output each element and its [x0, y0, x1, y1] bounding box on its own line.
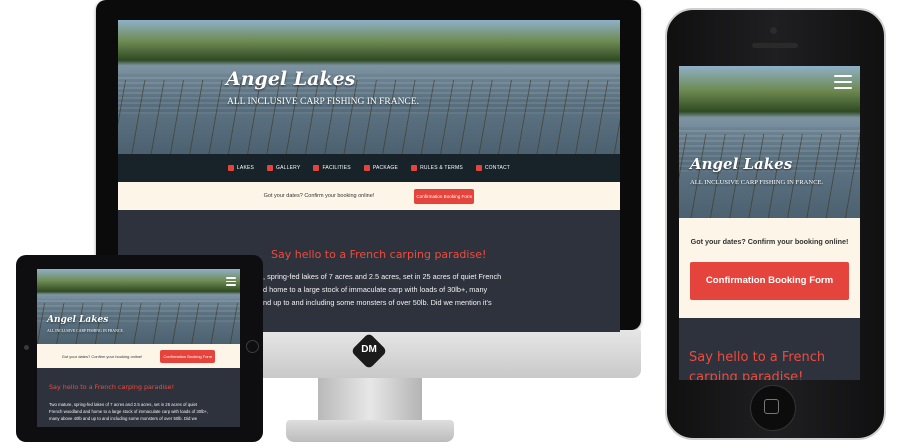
- site-tagline: ALL INCLUSIVE CARP FISHING IN FRANCE.: [227, 97, 419, 107]
- phone-booking-button[interactable]: Confirmation Booking Form: [690, 261, 849, 300]
- phone-booking-prompt: Got your dates? Confirm your booking onl…: [690, 236, 849, 246]
- monitor-stand-neck: [318, 378, 422, 424]
- phone-screen: Angel Lakes ALL INCLUSIVE CARP FISHING I…: [679, 66, 860, 380]
- tablet-camera: [24, 345, 29, 350]
- tablet-booking-prompt: Got your dates? Confirm your booking onl…: [61, 353, 143, 359]
- tablet-booking-button[interactable]: Confirmation Booking Form: [160, 349, 216, 363]
- tablet-brand[interactable]: Angel Lakes: [47, 315, 108, 325]
- phone-tagline: ALL INCLUSIVE CARP FISHING IN FRANCE.: [690, 179, 824, 186]
- nav-contact[interactable]: CONTACT: [475, 165, 510, 171]
- phone-brand[interactable]: Angel Lakes: [690, 155, 792, 173]
- phone-hero-image: [679, 66, 860, 218]
- tablet-section-heading: Say hello to a French carping paradise!: [49, 383, 175, 391]
- booking-strip: Got your dates? Confirm your booking onl…: [118, 182, 620, 210]
- hero-image: [118, 20, 620, 154]
- nav-facilities[interactable]: FACILITIES: [313, 165, 351, 171]
- gavel-icon: [411, 165, 418, 171]
- phone-section-heading: Say hello to a French carping paradise!: [689, 350, 826, 380]
- cutlery-icon: [313, 165, 320, 171]
- booking-prompt: Got your dates? Confirm your booking onl…: [263, 193, 375, 199]
- nav-package[interactable]: PACKAGE: [363, 165, 398, 171]
- tablet-tagline: ALL INCLUSIVE CARP FISHING IN FRANCE.: [47, 329, 124, 333]
- phone-intro-section: Say hello to a French carping paradise!: [679, 318, 860, 380]
- tablet-home-button: [246, 340, 259, 353]
- nav-gallery[interactable]: GALLERY: [267, 165, 300, 171]
- nav-lakes[interactable]: LAKES: [227, 165, 254, 171]
- menu-icon[interactable]: [226, 277, 236, 286]
- fish-icon: [363, 165, 370, 171]
- tablet-intro-section: Say hello to a French carping paradise! …: [37, 368, 240, 427]
- tablet-section-body: Two mature, spring-fed lakes of 7 acres …: [49, 402, 209, 421]
- tablet-screen: Angel Lakes ALL INCLUSIVE CARP FISHING I…: [37, 269, 240, 427]
- drop-icon: [227, 165, 234, 171]
- phone-camera: [770, 27, 777, 34]
- paper-plane-icon: [475, 165, 482, 171]
- nav-rules-terms[interactable]: RULES & TERMS: [411, 165, 463, 171]
- tablet-booking-strip: Got your dates? Confirm your booking onl…: [37, 344, 240, 368]
- section-body: e, spring-fed lakes of 7 acres and 2.5 a…: [259, 272, 502, 307]
- main-nav: LAKES GALLERY FACILITIES PACKAGE RULES &…: [118, 154, 620, 182]
- phone-speaker: [752, 43, 798, 48]
- site-brand[interactable]: Angel Lakes: [226, 68, 355, 90]
- phone-menu-icon[interactable]: [834, 75, 852, 89]
- monitor-stand-foot: [286, 420, 454, 442]
- booking-button[interactable]: Confirmation Booking Form: [414, 188, 475, 204]
- section-heading: Say hello to a French carping paradise!: [271, 248, 487, 261]
- phone-booking-strip: Got your dates? Confirm your booking onl…: [679, 218, 860, 318]
- image-icon: [267, 165, 274, 171]
- dm-logo-text: DM: [361, 344, 377, 355]
- home-square-icon: [764, 399, 779, 414]
